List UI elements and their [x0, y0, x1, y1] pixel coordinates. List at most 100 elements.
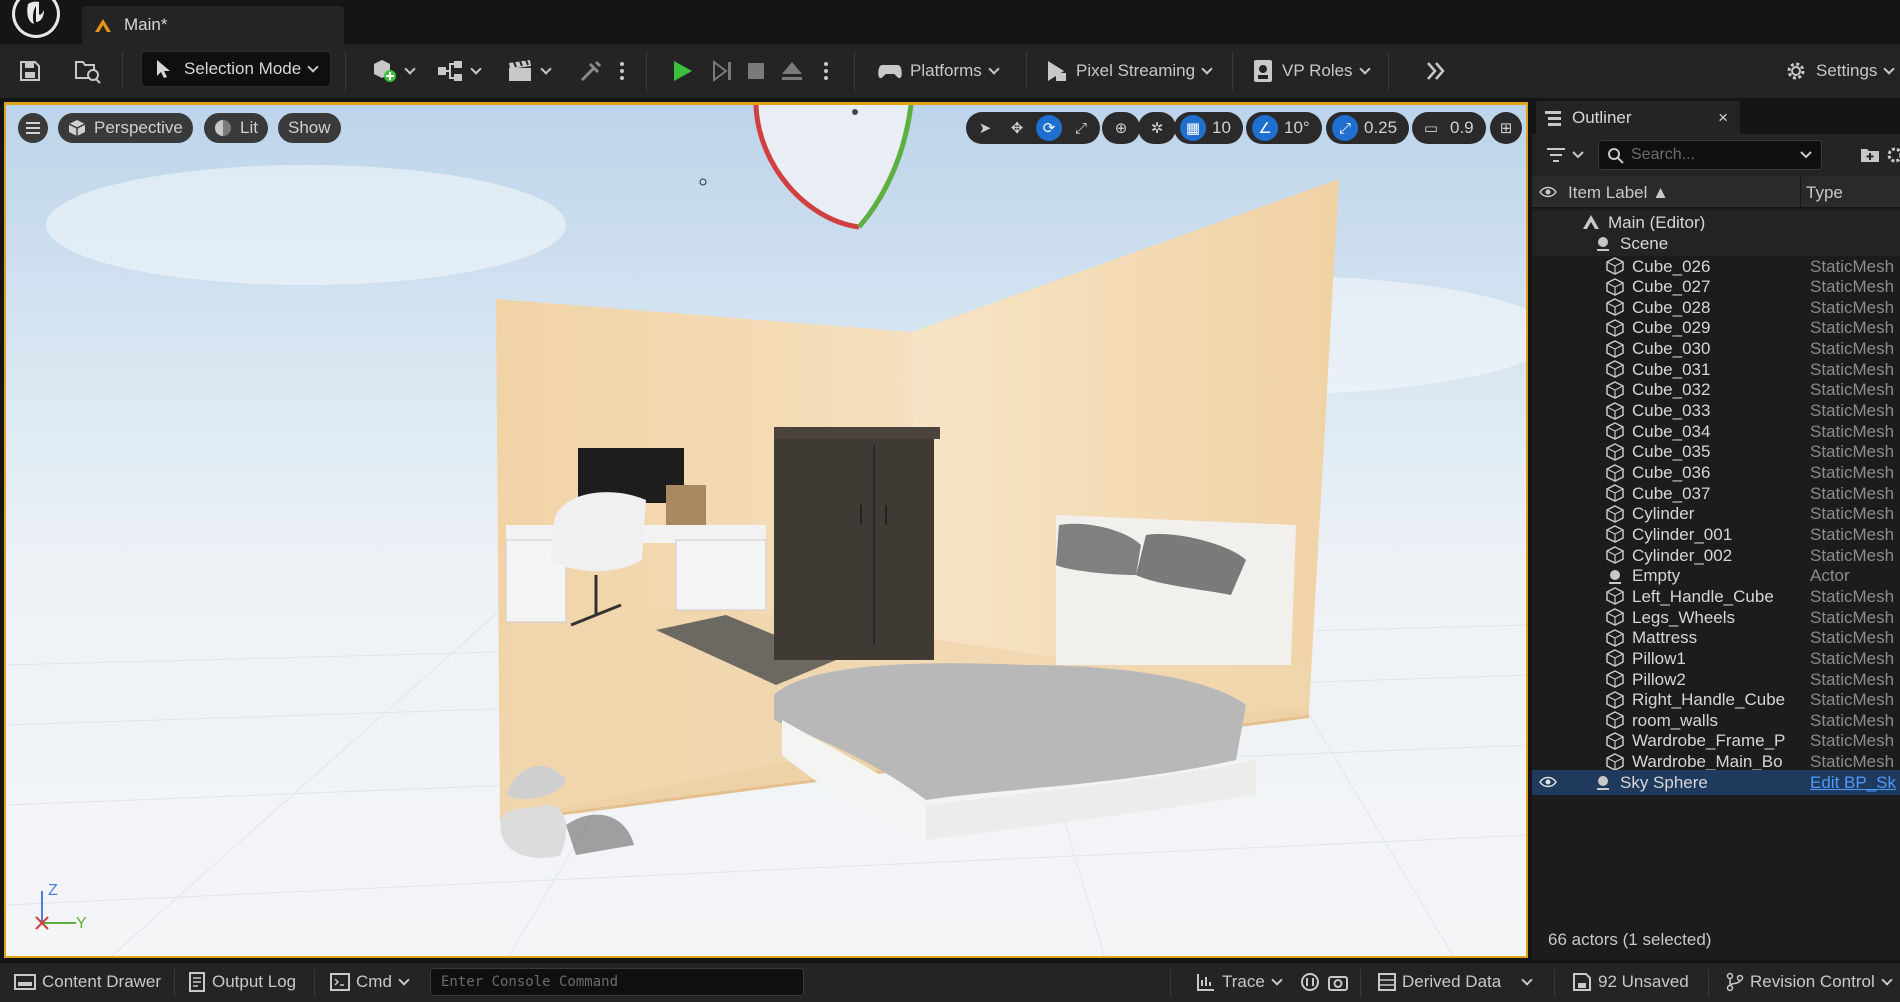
- close-icon[interactable]: ×: [1718, 108, 1728, 128]
- outliner-row-type: StaticMesh: [1810, 648, 1895, 668]
- save-button[interactable]: [18, 44, 42, 98]
- advance-frame-button[interactable]: [710, 44, 734, 98]
- lit-sphere-icon: [215, 120, 231, 136]
- outliner-search-row: Search...: [1532, 134, 1900, 176]
- browse-content-button[interactable]: [74, 44, 102, 98]
- perspective-button[interactable]: Perspective: [58, 113, 193, 143]
- view-mode-button[interactable]: Lit: [204, 113, 268, 143]
- blueprints-button[interactable]: [436, 44, 482, 98]
- add-folder-icon[interactable]: [1860, 146, 1880, 164]
- surface-snap-icon[interactable]: ✲: [1144, 115, 1170, 141]
- eject-button[interactable]: [780, 44, 804, 98]
- grid-snap-value[interactable]: 10: [1212, 118, 1237, 138]
- layout-group[interactable]: ⊞: [1490, 112, 1522, 144]
- column-type[interactable]: Type: [1806, 183, 1843, 203]
- outliner-row-label: Right_Handle_Cube: [1632, 690, 1786, 710]
- camera-speed-value[interactable]: 0.9: [1450, 118, 1480, 138]
- visibility-eye-icon[interactable]: [1539, 774, 1557, 790]
- outliner-row-label: Cylinder_002: [1632, 545, 1733, 565]
- outliner-row-label: Wardrobe_Main_Bo: [1632, 752, 1783, 772]
- outliner-row-type: StaticMesh: [1810, 297, 1895, 317]
- derived-data-dropdown[interactable]: Derived Data: [1378, 962, 1533, 1002]
- rotate-tool-icon[interactable]: ⟳: [1036, 115, 1062, 141]
- more-vertical-icon: [620, 62, 624, 80]
- trace-icon: [1197, 974, 1214, 991]
- gamepad-icon: [878, 65, 902, 79]
- toolbar-divider: [854, 52, 855, 90]
- rotation-snap-group[interactable]: ∠ 10°: [1246, 112, 1322, 144]
- more-vertical-icon: [824, 62, 828, 80]
- vp-roles-label: VP Roles: [1282, 61, 1353, 80]
- revision-control-dropdown[interactable]: Revision Control: [1726, 962, 1893, 1002]
- outliner-row-label: Cube_030: [1632, 339, 1711, 359]
- record-trace-button[interactable]: [1300, 962, 1320, 1002]
- cmd-dropdown[interactable]: Cmd: [330, 962, 410, 1002]
- outliner-row-label: Left_Handle_Cube: [1632, 586, 1774, 606]
- mesh-icon: [1606, 381, 1624, 399]
- cinematics-button[interactable]: [506, 44, 552, 98]
- outliner-row-label: Cube_031: [1632, 359, 1711, 379]
- content-drawer-button[interactable]: Content Drawer: [14, 962, 161, 1002]
- level-icon: [1583, 215, 1599, 229]
- selection-mode-dropdown[interactable]: Selection Mode: [141, 51, 331, 87]
- angle-snap-icon[interactable]: ∠: [1252, 115, 1278, 141]
- outliner-tab[interactable]: Outliner ×: [1536, 101, 1740, 134]
- settings-dropdown[interactable]: Settings: [1784, 44, 1896, 98]
- filter-icon[interactable]: [1546, 146, 1586, 164]
- scale-snap-value[interactable]: 0.25: [1364, 118, 1403, 138]
- scale-tool-icon[interactable]: ⤢: [1068, 115, 1094, 141]
- select-tool-icon[interactable]: ➤: [972, 115, 998, 141]
- output-log-button[interactable]: Output Log: [188, 962, 296, 1002]
- mesh-icon: [1606, 649, 1624, 668]
- outliner-row-label: Cube_034: [1632, 421, 1711, 441]
- play-options-button[interactable]: [822, 44, 830, 98]
- unsaved-button[interactable]: 92 Unsaved: [1572, 962, 1689, 1002]
- outliner-row[interactable]: Scene: [1532, 231, 1900, 256]
- level-viewport[interactable]: Z Y Perspective Lit Show ➤ ✥ ⟳ ⤢ ⊕ ✲ ▦ 1…: [4, 102, 1528, 958]
- scale-snap-group[interactable]: ⤢ 0.25: [1326, 112, 1410, 144]
- chevron-down-icon: [1358, 62, 1371, 75]
- world-space-icon[interactable]: ⊕: [1108, 115, 1134, 141]
- camera-icon[interactable]: ▭: [1418, 115, 1444, 141]
- screenshot-button[interactable]: [1328, 962, 1348, 1002]
- vp-roles-dropdown[interactable]: VP Roles: [1252, 44, 1371, 98]
- camera-speed-group[interactable]: ▭ 0.9: [1412, 112, 1486, 144]
- grid-snap-icon[interactable]: ▦: [1180, 115, 1206, 141]
- scale-snap-icon[interactable]: ⤢: [1332, 115, 1358, 141]
- more-toolbar-button[interactable]: [1424, 44, 1448, 98]
- toolbar-divider: [1026, 52, 1027, 90]
- add-actor-button[interactable]: [370, 44, 416, 98]
- trace-dropdown[interactable]: Trace: [1196, 962, 1283, 1002]
- stop-button[interactable]: [746, 44, 766, 98]
- outliner-row-label: Cube_029: [1632, 318, 1711, 338]
- perspective-label: Perspective: [94, 118, 183, 137]
- viewport-layout-icon[interactable]: ⊞: [1493, 115, 1519, 141]
- platforms-dropdown[interactable]: Platforms: [876, 44, 1000, 98]
- clapperboard-icon: [509, 59, 531, 81]
- more-options-button[interactable]: [618, 44, 626, 98]
- outliner-search-input[interactable]: Search...: [1598, 140, 1822, 170]
- show-button[interactable]: Show: [278, 113, 341, 143]
- database-icon: [1378, 973, 1396, 991]
- outliner-row-type[interactable]: Edit BP_Sk: [1810, 773, 1900, 793]
- grid-snap-group[interactable]: ▦ 10: [1174, 112, 1243, 144]
- status-divider: [1708, 969, 1709, 997]
- revision-control-label: Revision Control: [1750, 972, 1875, 991]
- move-tool-icon[interactable]: ✥: [1004, 115, 1030, 141]
- viewport-scene[interactable]: Z Y: [6, 105, 1528, 958]
- unreal-logo-icon[interactable]: [6, 0, 62, 40]
- pixel-streaming-dropdown[interactable]: Pixel Streaming: [1044, 44, 1213, 98]
- trace-label: Trace: [1222, 972, 1265, 991]
- outliner-row-type: StaticMesh: [1810, 607, 1895, 627]
- modeling-tools-button[interactable]: [578, 44, 604, 98]
- outliner-row[interactable]: Sky Sphere Edit BP_Sk: [1532, 770, 1900, 796]
- console-command-input[interactable]: Enter Console Command: [430, 968, 804, 996]
- level-icon: [95, 19, 111, 32]
- gear-icon[interactable]: [1886, 146, 1900, 164]
- tab-main[interactable]: Main*: [82, 6, 344, 44]
- outliner-row-type: StaticMesh: [1810, 401, 1895, 421]
- play-button[interactable]: [670, 44, 694, 98]
- viewport-menu-button[interactable]: [18, 113, 48, 143]
- column-item-label[interactable]: Item Label ▲: [1568, 183, 1669, 203]
- rotation-snap-value[interactable]: 10°: [1284, 118, 1316, 138]
